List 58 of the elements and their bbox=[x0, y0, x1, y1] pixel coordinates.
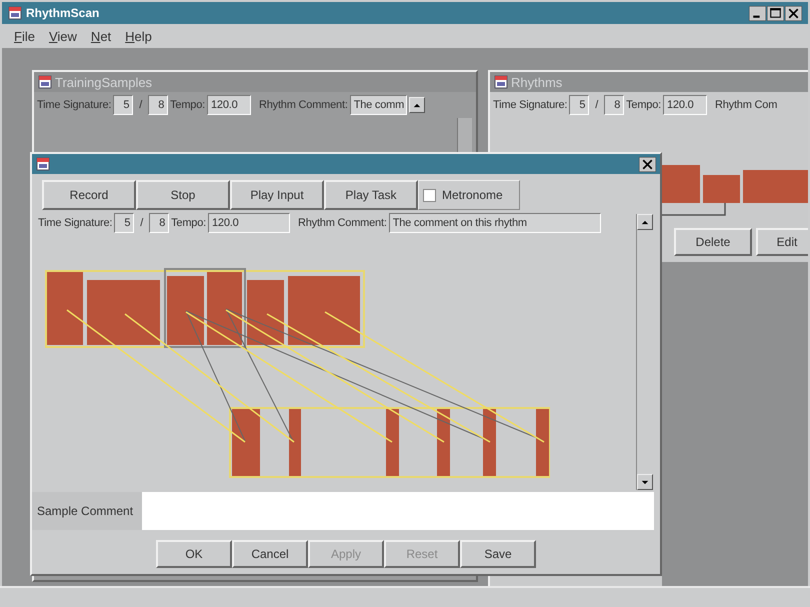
field-label: Tempo: bbox=[171, 217, 206, 229]
app-icon bbox=[494, 75, 508, 89]
frame-button[interactable]: Delete bbox=[674, 228, 752, 256]
toolbar-button[interactable]: Record bbox=[42, 180, 136, 210]
scroll-up-button[interactable] bbox=[637, 214, 653, 230]
field-label: Rhythm Comment: bbox=[258, 99, 348, 111]
checkbox-label: Metronome bbox=[442, 188, 503, 202]
toolbar-button[interactable]: Stop bbox=[136, 180, 230, 210]
menu-item[interactable]: File bbox=[14, 28, 35, 44]
field-label: Tempo: bbox=[170, 99, 205, 111]
denominator-field[interactable]: 8 bbox=[148, 95, 168, 115]
toolbar-button[interactable]: Play Task bbox=[324, 180, 418, 210]
tempo-field[interactable]: 120.0 bbox=[662, 95, 707, 115]
close-button[interactable] bbox=[785, 6, 802, 20]
window-title: TrainingSamples bbox=[55, 74, 152, 90]
app-icon bbox=[8, 6, 22, 20]
tempo-field[interactable]: 120.0 bbox=[206, 95, 251, 115]
menu-item[interactable]: Net bbox=[90, 28, 112, 44]
dialog-button[interactable]: OK bbox=[156, 540, 232, 568]
down-arrow-icon bbox=[641, 480, 649, 484]
window-title: RhythmScan bbox=[26, 6, 100, 20]
numerator-field[interactable]: 5 bbox=[569, 95, 590, 115]
menu-item[interactable]: Help bbox=[125, 28, 152, 44]
scrollbar[interactable] bbox=[636, 214, 653, 490]
checkbox[interactable] bbox=[423, 188, 436, 202]
dialog-button[interactable]: Save bbox=[460, 540, 536, 568]
sample-comment-field[interactable] bbox=[142, 492, 654, 530]
minimize-button[interactable] bbox=[749, 6, 766, 20]
toolbar-button[interactable]: Play Input bbox=[230, 180, 324, 210]
scroll-down-button[interactable] bbox=[637, 474, 653, 490]
comment-field[interactable]: The comment on this rhythm bbox=[388, 213, 601, 233]
scroll-up-button[interactable] bbox=[409, 97, 426, 113]
separator: / bbox=[138, 99, 144, 111]
maximize-button[interactable] bbox=[767, 6, 784, 20]
denominator-field[interactable]: 8 bbox=[149, 213, 170, 233]
up-arrow-icon bbox=[413, 102, 422, 108]
field-label: Sample Comment bbox=[32, 492, 142, 530]
app-icon bbox=[38, 75, 52, 89]
separator: / bbox=[139, 217, 144, 229]
field-label: Time Signature: bbox=[493, 99, 568, 111]
tempo-field[interactable]: 120.0 bbox=[208, 213, 290, 233]
numerator-field[interactable]: 5 bbox=[114, 213, 134, 233]
dialog-button[interactable]: Cancel bbox=[232, 540, 308, 568]
field-label: Time Signature: bbox=[37, 99, 112, 111]
close-button[interactable] bbox=[639, 156, 656, 172]
field-label: Time Signature: bbox=[38, 217, 112, 229]
window-title: Rhythms bbox=[511, 74, 562, 90]
field-label: Rhythm Comment: bbox=[298, 217, 387, 229]
menu-item[interactable]: View bbox=[48, 28, 77, 44]
frame-button[interactable]: Edit bbox=[756, 228, 808, 256]
denominator-field[interactable]: 8 bbox=[604, 95, 624, 115]
comment-field[interactable]: The comm bbox=[350, 95, 408, 115]
field-label: Rhythm Com bbox=[714, 99, 778, 111]
app-icon bbox=[36, 157, 50, 171]
field-label: Tempo: bbox=[626, 99, 661, 111]
separator: / bbox=[594, 99, 600, 111]
up-arrow-icon bbox=[641, 220, 649, 224]
numerator-field[interactable]: 5 bbox=[113, 95, 134, 115]
